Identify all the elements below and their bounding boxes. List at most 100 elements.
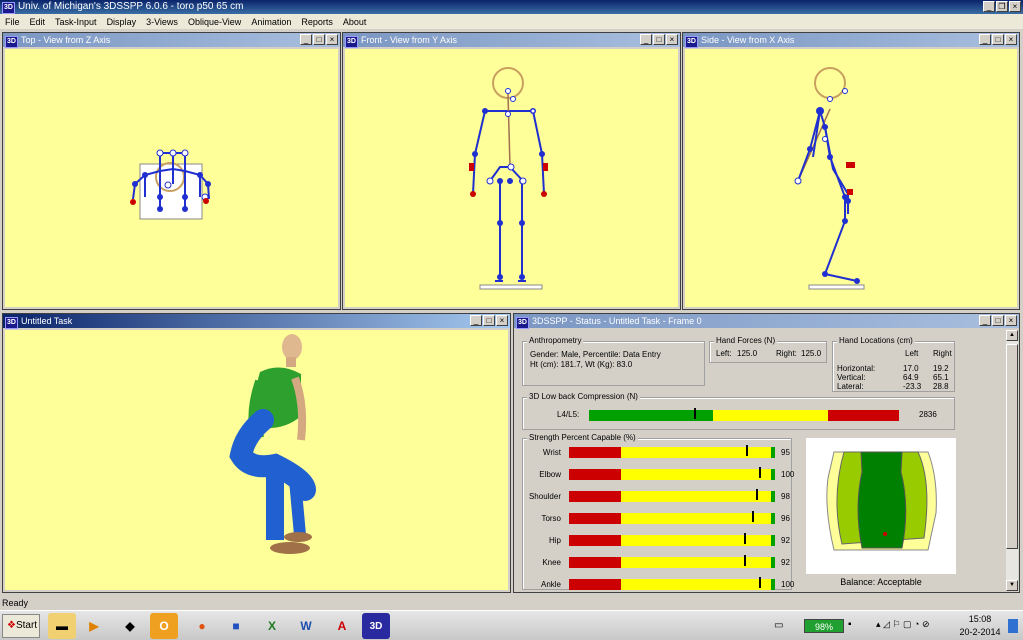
lowback-value: 2836 xyxy=(919,410,937,419)
strength-marker xyxy=(752,511,754,522)
menu-edit[interactable]: Edit xyxy=(25,17,51,27)
front-view-window[interactable]: 3D Front - View from Y Axis _ □ × xyxy=(342,32,681,310)
keyboard-icon[interactable]: ▭ xyxy=(774,620,783,631)
top-view-skeleton xyxy=(130,149,211,220)
close-button[interactable]: × xyxy=(326,34,338,45)
strength-label: Knee xyxy=(542,558,561,567)
strength-bar xyxy=(569,511,775,524)
restore-button[interactable]: ❐ xyxy=(996,1,1008,12)
app-icon-3[interactable]: ◆ xyxy=(116,613,144,639)
3dsspp-taskbar-icon[interactable]: 3D xyxy=(362,613,390,639)
side-view-canvas[interactable] xyxy=(685,49,1017,307)
pdf-icon[interactable]: A xyxy=(328,613,356,639)
strength-bar xyxy=(569,445,775,458)
strength-marker xyxy=(744,533,746,544)
strength-bar xyxy=(569,577,775,590)
strength-label: Wrist xyxy=(542,448,561,457)
strength-value: 98 xyxy=(781,492,790,501)
strength-marker xyxy=(759,467,761,478)
battery-indicator[interactable]: 98% xyxy=(804,619,844,633)
maximize-button[interactable]: □ xyxy=(653,34,665,45)
strength-label: Ankle xyxy=(540,580,561,589)
maximize-button[interactable]: □ xyxy=(483,315,495,326)
network-icon[interactable]: ■ xyxy=(222,613,250,639)
side-view-title: Side - View from X Axis xyxy=(700,35,795,45)
start-button[interactable]: ❖Start xyxy=(2,614,40,638)
menu-reports[interactable]: Reports xyxy=(296,17,338,27)
status-scrollbar[interactable]: ▲ ▼ xyxy=(1006,330,1018,591)
minimize-button[interactable]: _ xyxy=(979,34,991,45)
status-panel: Anthropometry Gender: Male, Percentile: … xyxy=(514,329,1005,592)
strength-marker xyxy=(746,445,748,456)
excel-icon[interactable]: X xyxy=(258,613,286,639)
minimize-button[interactable]: _ xyxy=(983,1,995,12)
scroll-thumb[interactable] xyxy=(1006,344,1018,549)
minimize-button[interactable]: _ xyxy=(640,34,652,45)
strength-value: 100 xyxy=(781,580,795,589)
minimize-button[interactable]: _ xyxy=(979,315,991,326)
status-window[interactable]: 3D 3DSSPP - Status - Untitled Task - Fram… xyxy=(513,313,1020,593)
menu-about[interactable]: About xyxy=(338,17,372,27)
front-view-title: Front - View from Y Axis xyxy=(360,35,457,45)
close-button[interactable]: × xyxy=(1005,34,1017,45)
firefox-icon[interactable]: ● xyxy=(188,613,216,639)
media-player-icon[interactable]: ▶ xyxy=(80,613,108,639)
strength-bar xyxy=(569,533,775,546)
strength-label: Torso xyxy=(541,514,561,523)
strength-value: 92 xyxy=(781,536,790,545)
clock-time[interactable]: 15:08 xyxy=(960,614,1000,624)
menu-task-input[interactable]: Task-Input xyxy=(50,17,102,27)
power-plug-icon: ▪ xyxy=(848,619,852,630)
strength-bar xyxy=(569,467,775,480)
close-button[interactable]: × xyxy=(496,315,508,326)
strength-marker xyxy=(744,555,746,566)
close-button[interactable]: × xyxy=(1009,1,1021,12)
maximize-button[interactable]: □ xyxy=(992,315,1004,326)
office-icon[interactable]: O xyxy=(150,613,178,639)
app-titlebar: 3D Univ. of Michigan's 3DSSPP 6.0.6 - tor… xyxy=(0,0,1023,14)
status-window-title: 3DSSPP - Status - Untitled Task - Frame … xyxy=(531,316,702,326)
tray-icons[interactable]: ▴ ◿ ⚐ ▢ ◔ ⊘ xyxy=(876,619,930,630)
lowback-group: 3D Low back Compression (N) L4/L5: 2836 xyxy=(522,392,955,430)
front-view-canvas[interactable] xyxy=(345,49,678,307)
menu-3-views[interactable]: 3-Views xyxy=(141,17,183,27)
minimize-button[interactable]: _ xyxy=(300,34,312,45)
minimize-button[interactable]: _ xyxy=(470,315,482,326)
explorer-icon[interactable]: ▬ xyxy=(48,613,76,639)
strength-value: 100 xyxy=(781,470,795,479)
strength-group: Strength Percent Capable (%) Wrist 95 Elbo… xyxy=(522,433,795,590)
top-view-window[interactable]: 3D Top - View from Z Axis _ □ × xyxy=(2,32,341,310)
strength-value: 95 xyxy=(781,448,790,457)
maximize-button[interactable]: □ xyxy=(313,34,325,45)
lowback-marker xyxy=(694,408,696,419)
status-bar: Ready xyxy=(2,598,29,608)
lowback-bar xyxy=(589,408,899,421)
clock-date[interactable]: 20-2-2014 xyxy=(956,627,1004,637)
hand-force-right: 125.0 xyxy=(801,349,822,358)
close-button[interactable]: × xyxy=(666,34,678,45)
task-window-title: Untitled Task xyxy=(20,316,73,326)
menu-file[interactable]: File xyxy=(0,17,25,27)
anthropometry-group: Anthropometry Gender: Male, Percentile: … xyxy=(522,336,705,386)
task-3d-canvas[interactable] xyxy=(5,330,508,590)
scroll-up-button[interactable]: ▲ xyxy=(1006,330,1018,341)
scroll-down-button[interactable]: ▼ xyxy=(1006,580,1018,591)
side-view-window[interactable]: 3D Side - View from X Axis _ □ × xyxy=(682,32,1020,310)
task-window[interactable]: 3D Untitled Task _ □ × xyxy=(2,313,511,593)
menu-display[interactable]: Display xyxy=(102,17,142,27)
menu-animation[interactable]: Animation xyxy=(246,17,296,27)
balance-diagram xyxy=(806,438,956,574)
maximize-button[interactable]: □ xyxy=(992,34,1004,45)
show-desktop-button[interactable] xyxy=(1008,619,1018,633)
app-title: Univ. of Michigan's 3DSSPP 6.0.6 - toro … xyxy=(17,1,244,12)
anthro-line1: Gender: Male, Percentile: Data Entry xyxy=(530,350,661,359)
menu-oblique-view[interactable]: Oblique-View xyxy=(183,17,246,27)
top-view-canvas[interactable] xyxy=(5,49,338,307)
strength-value: 96 xyxy=(781,514,790,523)
balance-plot xyxy=(826,451,937,551)
app-icon: 3D xyxy=(2,2,15,14)
word-icon[interactable]: W xyxy=(292,613,320,639)
strength-label: Hip xyxy=(548,536,561,545)
anthro-line2: Ht (cm): 181.7, Wt (Kg): 83.0 xyxy=(530,360,633,369)
close-button[interactable]: × xyxy=(1005,315,1017,326)
